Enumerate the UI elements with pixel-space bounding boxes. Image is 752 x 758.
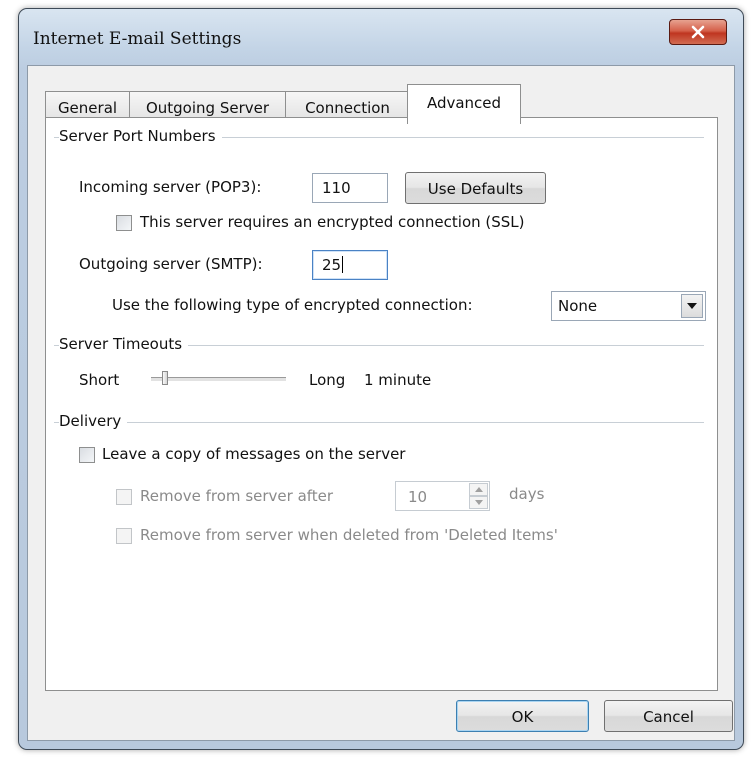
encryption-type-select[interactable]: None — [551, 291, 706, 321]
dropdown-button[interactable] — [681, 294, 703, 318]
title-bar[interactable]: Internet E-mail Settings — [19, 9, 743, 63]
tab-outgoing-server-label: Outgoing Server — [145, 99, 270, 117]
ok-label: OK — [511, 708, 534, 726]
incoming-port-value: 110 — [322, 179, 351, 197]
cancel-label: Cancel — [643, 708, 694, 726]
advanced-tab-panel: Server Port Numbers Incoming server (POP… — [45, 117, 718, 691]
window-title: Internet E-mail Settings — [33, 29, 242, 49]
server-timeouts-group-title: Server Timeouts — [59, 335, 189, 353]
use-defaults-label: Use Defaults — [427, 180, 524, 198]
incoming-server-label: Incoming server (POP3): — [79, 178, 262, 196]
delivery-divider — [54, 422, 704, 423]
close-icon — [691, 25, 705, 39]
cancel-button[interactable]: Cancel — [604, 700, 733, 732]
text-caret — [342, 256, 344, 273]
tab-connection-label: Connection — [305, 99, 390, 117]
remove-deleted-checkbox[interactable] — [116, 528, 132, 544]
incoming-port-input[interactable]: 110 — [312, 173, 388, 203]
remove-after-days-spinner[interactable]: 10 — [395, 481, 490, 511]
leave-copy-label: Leave a copy of messages on the server — [102, 445, 406, 463]
tab-advanced-label: Advanced — [426, 94, 502, 112]
ok-button[interactable]: OK — [456, 700, 589, 732]
delivery-group-title: Delivery — [59, 412, 128, 430]
leave-copy-checkbox[interactable] — [79, 447, 95, 463]
close-button[interactable] — [669, 19, 727, 45]
remove-after-days-value: 10 — [408, 488, 428, 506]
timeout-slider-thumb[interactable] — [161, 371, 168, 385]
dialog-window: Internet E-mail Settings General Outgoin… — [18, 8, 744, 750]
remove-deleted-label: Remove from server when deleted from 'De… — [140, 526, 558, 544]
timeout-short-label: Short — [79, 371, 120, 389]
tab-general-label: General — [57, 99, 118, 117]
timeout-long-label: Long — [309, 371, 346, 389]
days-label: days — [509, 485, 545, 503]
encryption-type-value: None — [558, 297, 598, 315]
timeout-slider-track[interactable] — [151, 377, 286, 382]
dialog-client-area: General Outgoing Server Connection Advan… — [27, 65, 735, 741]
spinner-up-button[interactable] — [469, 483, 488, 496]
encryption-type-label: Use the following type of encrypted conn… — [112, 296, 473, 314]
tab-advanced[interactable]: Advanced — [407, 84, 521, 124]
spinner-down-button[interactable] — [469, 496, 488, 509]
ssl-checkbox[interactable] — [116, 215, 132, 231]
chevron-up-icon — [474, 487, 483, 492]
remove-after-label: Remove from server after — [140, 487, 334, 505]
timeout-value-label: 1 minute — [364, 371, 432, 389]
server-ports-group-title: Server Port Numbers — [59, 127, 222, 145]
ssl-label: This server requires an encrypted connec… — [140, 213, 525, 231]
outgoing-port-value: 25 — [322, 256, 342, 274]
remove-after-checkbox[interactable] — [116, 489, 132, 505]
outgoing-server-label: Outgoing server (SMTP): — [79, 255, 263, 273]
chevron-down-icon — [474, 500, 483, 505]
outgoing-port-input[interactable]: 25 — [312, 250, 388, 280]
use-defaults-button[interactable]: Use Defaults — [405, 172, 546, 204]
chevron-down-icon — [687, 303, 697, 309]
